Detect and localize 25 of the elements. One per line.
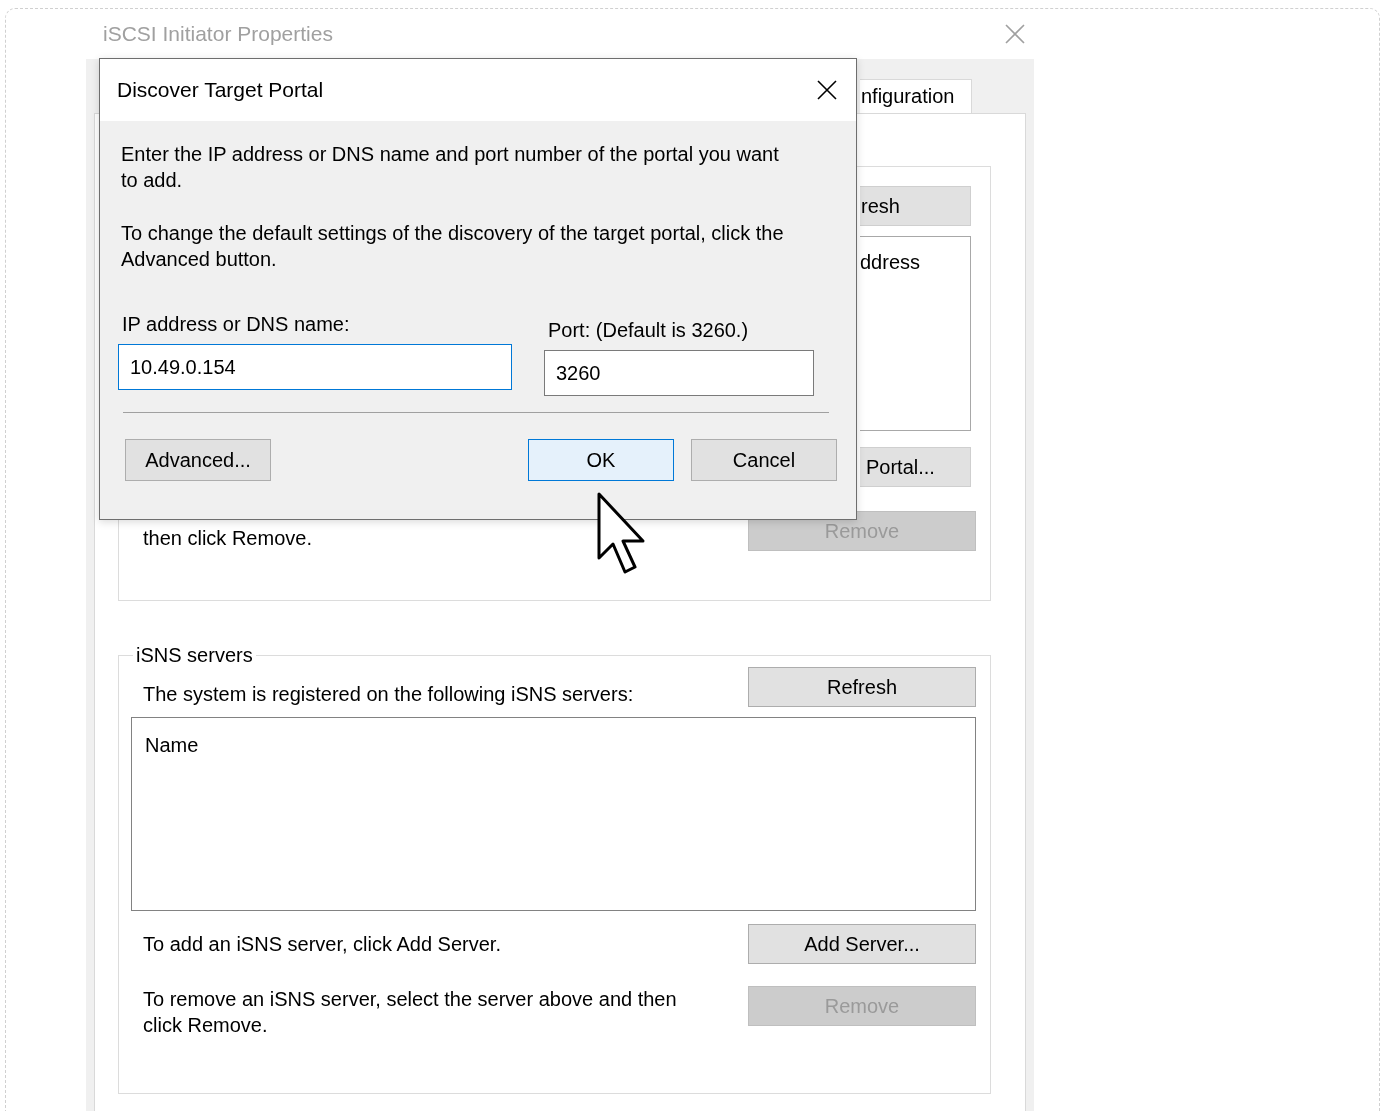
- window-title: iSCSI Initiator Properties: [103, 22, 333, 46]
- column-header[interactable]: Name: [145, 734, 199, 756]
- target-list[interactable]: ddress: [860, 236, 971, 431]
- port-field[interactable]: 3260: [544, 350, 814, 396]
- add-server-button[interactable]: Add Server...: [748, 924, 976, 964]
- dialog-button[interactable]: Cancel: [691, 439, 837, 481]
- instruction-text: To change the default settings of the discovery of the target portal, click the Advanced button.: [121, 221, 785, 272]
- instruction-text: Enter the IP address or DNS name and port number of the portal you want to add.: [121, 142, 780, 193]
- server-list[interactable]: Name: [131, 717, 976, 911]
- tab[interactable]: nfiguration: [860, 79, 972, 113]
- dialog-title: Discover Target Portal: [117, 78, 324, 102]
- dialog-button[interactable]: OK: [528, 439, 674, 481]
- add-instructions: To add an iSNS server, click Add Server.: [143, 932, 501, 957]
- remove-instructions: To remove an iSNS server, select the server above and then click Remove.: [143, 987, 678, 1038]
- dialog-button[interactable]: Advanced...: [125, 439, 271, 481]
- remove-instructions: then click Remove.: [143, 526, 312, 551]
- description-text: The system is registered on the following iSNS servers:: [143, 682, 634, 707]
- refresh-button[interactable]: Refresh: [748, 667, 976, 707]
- refresh-button[interactable]: resh: [860, 186, 971, 226]
- field-label: IP address or DNS name:: [122, 313, 351, 336]
- group-title: iSNS servers: [135, 644, 254, 667]
- close-icon[interactable]: [816, 79, 838, 101]
- add-portal-button[interactable]: Portal...: [860, 447, 971, 487]
- ip-address-field[interactable]: 10.49.0.154: [118, 344, 512, 390]
- field-label: Port: (Default is 3260.): [548, 319, 750, 342]
